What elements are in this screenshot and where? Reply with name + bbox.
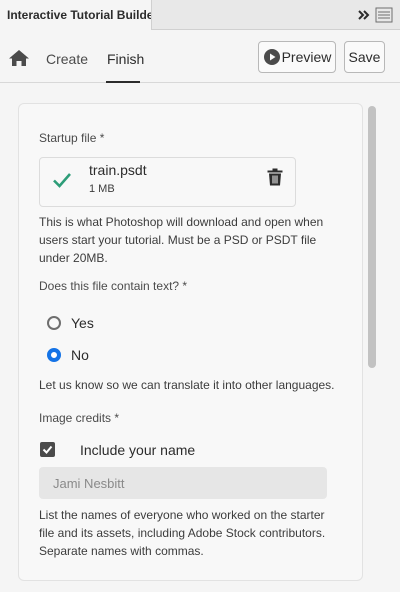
save-button[interactable]: Save	[344, 41, 385, 73]
checkbox-check-icon	[42, 445, 53, 454]
save-button-label: Save	[348, 49, 381, 65]
tab-finish[interactable]: Finish	[107, 51, 144, 67]
checkmark-icon	[53, 173, 71, 188]
contains-text-label: Does this file contain text? *	[39, 279, 188, 293]
trash-icon[interactable]	[267, 168, 283, 186]
top-nav: Create Finish Preview Save	[0, 31, 400, 83]
tab-create[interactable]: Create	[46, 51, 88, 67]
include-name-label[interactable]: Include your name	[80, 442, 195, 458]
panel-menu-icon[interactable]	[375, 7, 393, 23]
contains-text-help: Let us know so we can translate it into …	[39, 378, 335, 392]
uploaded-file-card	[39, 157, 296, 207]
preview-button[interactable]: Preview	[258, 41, 336, 73]
radio-no[interactable]	[47, 348, 61, 362]
file-name: train.psdt	[89, 162, 147, 178]
panel-title-tab[interactable]: Interactive Tutorial Builder	[0, 0, 152, 30]
radio-yes[interactable]	[47, 316, 61, 330]
collapse-panel-icon[interactable]	[356, 7, 372, 23]
startup-file-help: This is what Photoshop will download and…	[39, 215, 324, 265]
radio-no-label[interactable]: No	[71, 347, 89, 363]
image-credits-help: List the names of everyone who worked on…	[39, 508, 326, 558]
radio-yes-label[interactable]: Yes	[71, 315, 94, 331]
file-size: 1 MB	[89, 183, 115, 195]
preview-button-label: Preview	[281, 49, 332, 65]
include-name-checkbox[interactable]	[40, 442, 55, 457]
home-icon[interactable]	[8, 49, 30, 67]
panel-titlebar: Interactive Tutorial Builder	[0, 0, 400, 30]
credits-name-input[interactable]	[39, 467, 327, 499]
scrollbar-thumb[interactable]	[368, 106, 376, 368]
startup-file-label: Startup file *	[39, 131, 105, 145]
active-tab-indicator	[106, 81, 140, 83]
play-icon	[263, 49, 280, 65]
image-credits-label: Image credits *	[39, 411, 120, 425]
